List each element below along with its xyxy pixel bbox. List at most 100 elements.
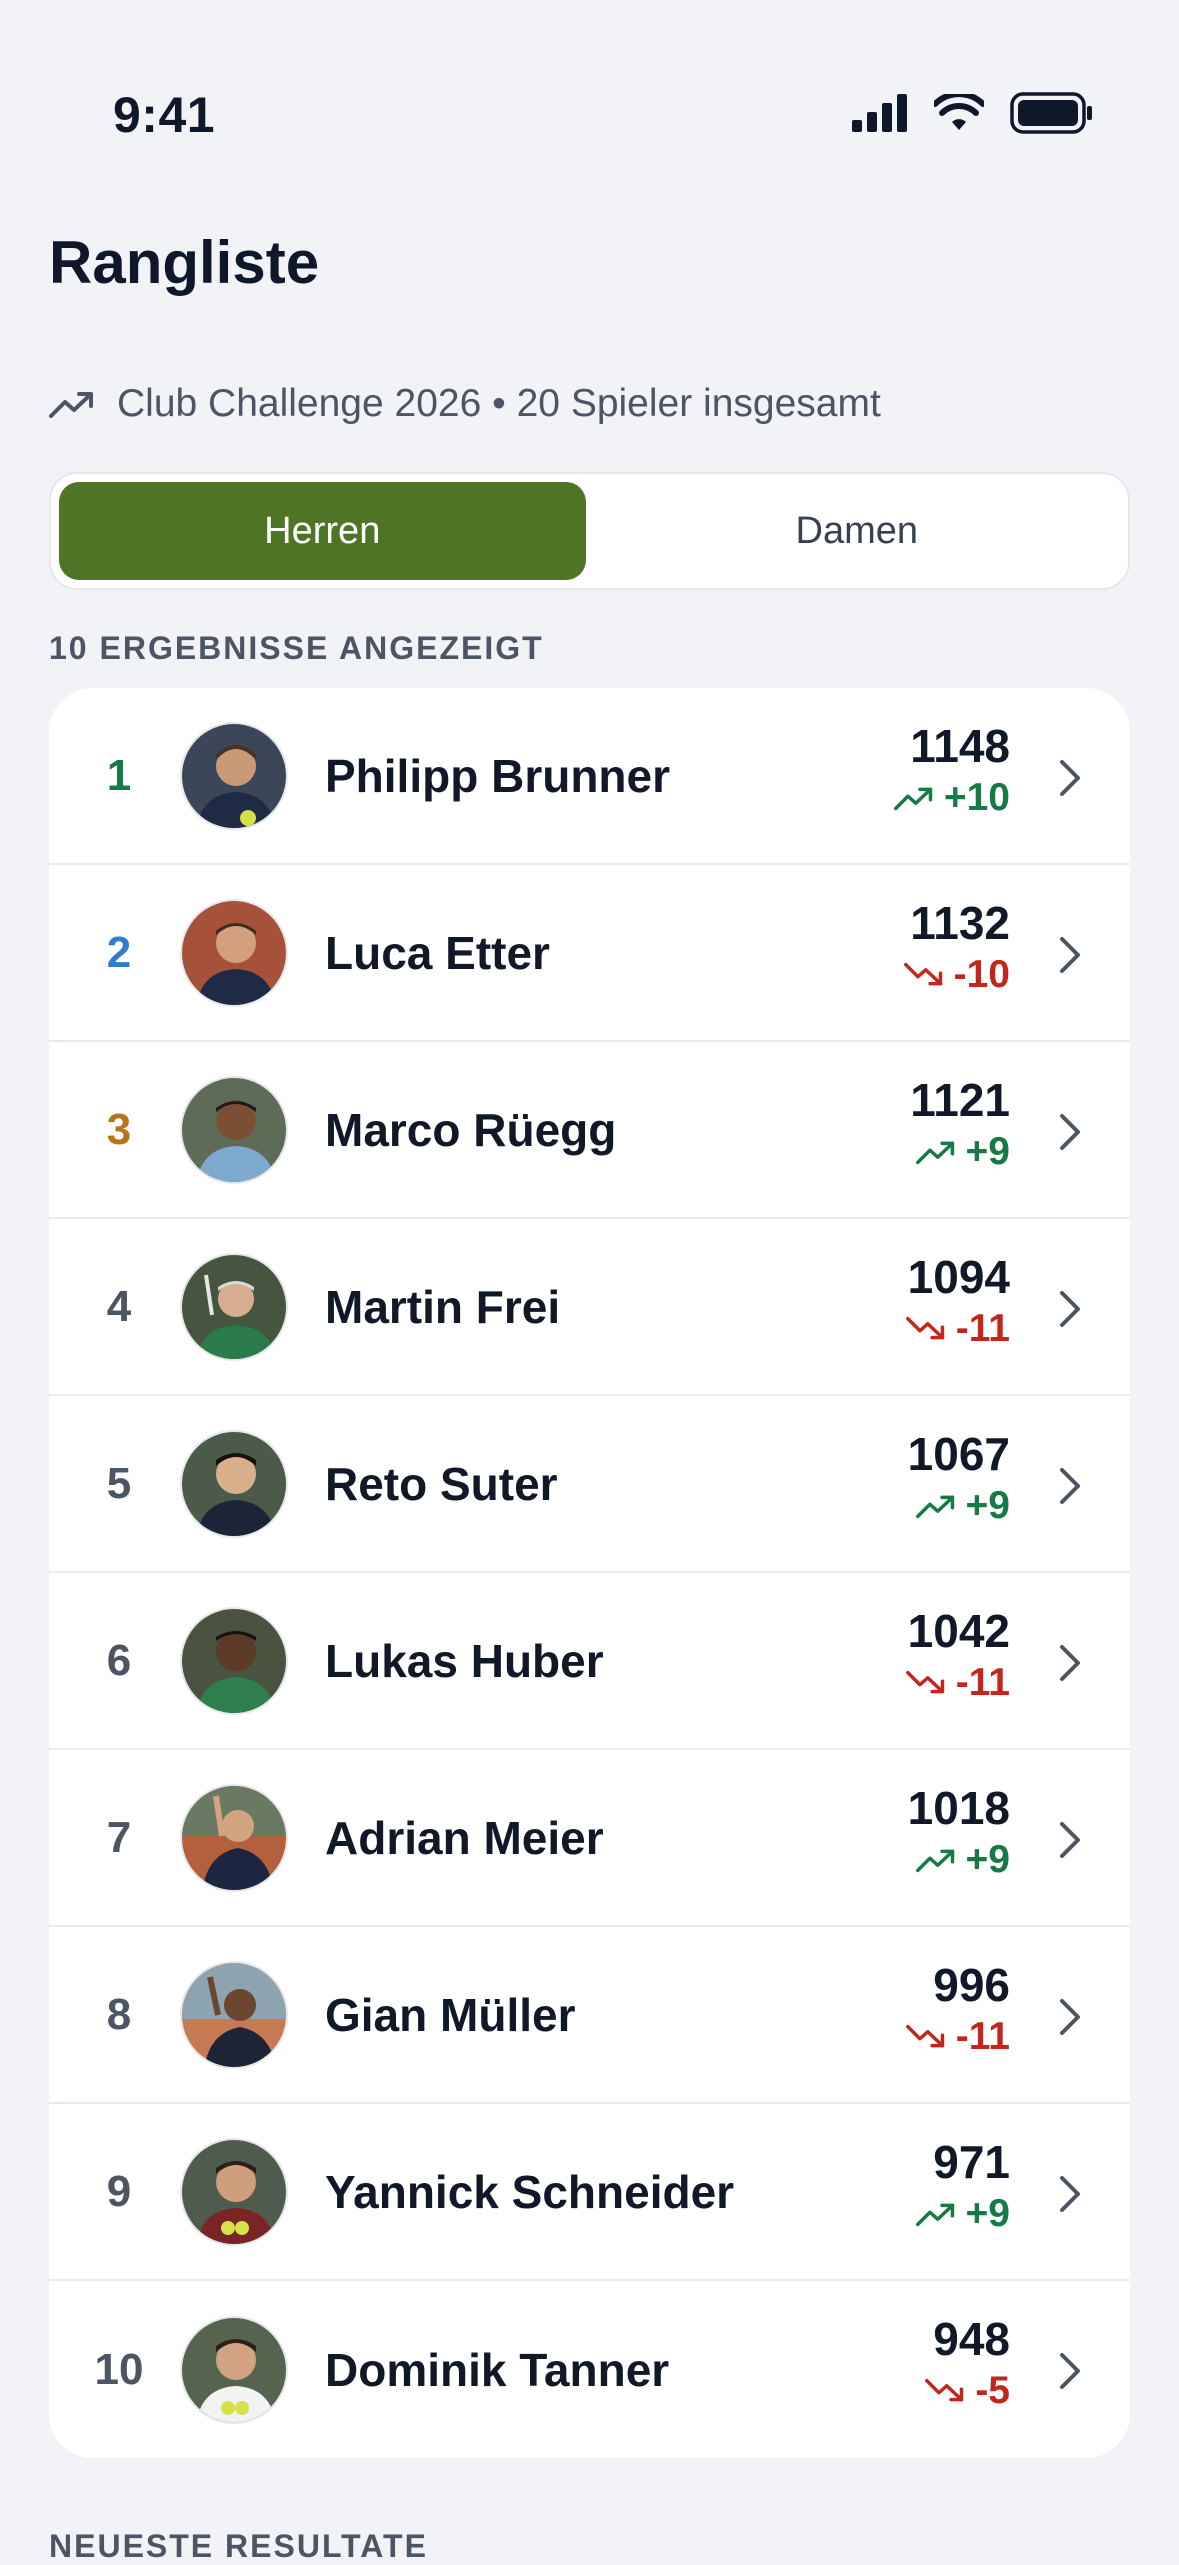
- tab-damen[interactable]: Damen: [594, 482, 1121, 580]
- ranking-row[interactable]: 5 Reto Suter 1067 +9: [49, 1396, 1130, 1573]
- subtitle: Club Challenge 2026 • 20 Spieler insgesa…: [49, 382, 881, 426]
- chevron-right-icon: [1060, 2176, 1080, 2212]
- trending-down-icon: [925, 2378, 964, 2402]
- player-points: 1132: [910, 897, 1010, 949]
- chevron-right-icon: [1060, 937, 1080, 973]
- trending-up-icon: [915, 1495, 954, 1519]
- score-block: 1132 -10: [903, 895, 1010, 999]
- player-points: 1148: [910, 720, 1010, 772]
- rank-number: 6: [106, 1635, 132, 1685]
- points-delta: -5: [925, 2367, 1010, 2415]
- player-name: Lukas Huber: [325, 1634, 604, 1687]
- rank-number: 2: [106, 927, 132, 977]
- score-block: 1067 +9: [908, 1426, 1010, 1530]
- tab-herren[interactable]: Herren: [59, 482, 586, 580]
- rank-number: 9: [106, 2166, 132, 2216]
- avatar: [180, 1252, 288, 1361]
- points-delta: -10: [903, 951, 1010, 999]
- player-points: 1067: [907, 1428, 1010, 1480]
- trending-up-icon: [915, 2203, 954, 2227]
- player-points: 1094: [907, 1251, 1010, 1303]
- player-points: 996: [933, 1959, 1010, 2011]
- trending-down-icon: [905, 2024, 944, 2048]
- delta-value: -11: [955, 1307, 1010, 1350]
- trending-down-icon: [905, 1670, 944, 1694]
- score-block: 948 -5: [925, 2311, 1010, 2415]
- chevron-right-icon: [1060, 760, 1080, 796]
- delta-value: +10: [943, 776, 1010, 819]
- ranking-row[interactable]: 4 Martin Frei 1094 -11: [49, 1219, 1130, 1396]
- player-name: Reto Suter: [325, 1457, 558, 1510]
- section-label-latest-results: NEUESTE RESULTATE: [49, 2528, 428, 2564]
- player-points: 1042: [907, 1605, 1010, 1657]
- avatar: [180, 1075, 288, 1184]
- status-bar: 9:41: [0, 0, 1179, 200]
- points-delta: +9: [910, 1128, 1010, 1176]
- chevron-right-icon: [1060, 1291, 1080, 1327]
- player-name: Gian Müller: [325, 1988, 576, 2041]
- ranking-row[interactable]: 10 Dominik Tanner 948 -5: [49, 2281, 1130, 2458]
- score-block: 1121 +9: [910, 1072, 1010, 1176]
- delta-value: -11: [955, 1661, 1010, 1704]
- subtitle-text: Club Challenge 2026 • 20 Spieler insgesa…: [117, 382, 881, 425]
- delta-value: -5: [975, 2369, 1010, 2412]
- player-points: 948: [933, 2313, 1010, 2365]
- player-points: 1018: [907, 1782, 1010, 1834]
- trending-up-icon: [49, 392, 93, 418]
- points-delta: -11: [905, 1305, 1010, 1353]
- player-name: Martin Frei: [325, 1280, 561, 1333]
- ranking-row[interactable]: 3 Marco Rüegg 1121 +9: [49, 1042, 1130, 1219]
- avatar: [180, 721, 288, 830]
- player-name: Philipp Brunner: [325, 749, 670, 802]
- rank-number: 5: [106, 1458, 132, 1508]
- rank-number: 1: [106, 750, 132, 800]
- ranking-row[interactable]: 1 Philipp Brunner 1148 +10: [49, 688, 1130, 865]
- ranking-row[interactable]: 9 Yannick Schneider 971 +9: [49, 2104, 1130, 2281]
- chevron-right-icon: [1060, 1645, 1080, 1681]
- results-count-label: 10 ERGEBNISSE ANGEZEIGT: [49, 630, 544, 666]
- ranking-row[interactable]: 2 Luca Etter 1132 -10: [49, 865, 1130, 1042]
- ranking-row[interactable]: 6 Lukas Huber 1042 -11: [49, 1573, 1130, 1750]
- player-points: 971: [933, 2136, 1010, 2188]
- points-delta: +9: [908, 1482, 1010, 1530]
- ranking-row[interactable]: 7 Adrian Meier 1018 +9: [49, 1750, 1130, 1927]
- trending-up-icon: [893, 787, 933, 811]
- avatar: [180, 1960, 288, 2069]
- points-delta: +9: [908, 1836, 1010, 1884]
- delta-value: +9: [965, 1484, 1010, 1527]
- points-delta: +9: [915, 2190, 1010, 2238]
- page-title: Rangliste: [49, 229, 320, 296]
- delta-value: +9: [965, 2192, 1010, 2235]
- ranking-list: 1 Philipp Brunner 1148 +10 2 Luca Etter …: [49, 688, 1130, 2458]
- cellular-signal-icon: [852, 94, 907, 132]
- trending-down-icon: [905, 1316, 944, 1340]
- points-delta: -11: [905, 1659, 1010, 1707]
- chevron-right-icon: [1060, 1468, 1080, 1504]
- rank-number: 10: [94, 2344, 144, 2394]
- delta-value: +9: [965, 1130, 1010, 1173]
- chevron-right-icon: [1060, 2353, 1080, 2389]
- gender-segmented-control: Herren Damen: [49, 472, 1130, 590]
- score-block: 1042 -11: [905, 1603, 1010, 1707]
- points-delta: +10: [893, 774, 1010, 822]
- chevron-right-icon: [1060, 1999, 1080, 2035]
- score-block: 1018 +9: [908, 1780, 1010, 1884]
- player-name: Adrian Meier: [325, 1811, 604, 1864]
- player-name: Yannick Schneider: [325, 2165, 735, 2218]
- rank-number: 8: [106, 1989, 132, 2039]
- delta-value: +9: [965, 1838, 1010, 1881]
- player-name: Marco Rüegg: [325, 1103, 617, 1156]
- score-block: 996 -11: [905, 1957, 1010, 2061]
- points-delta: -11: [905, 2013, 1010, 2061]
- status-icons: [852, 92, 1094, 134]
- battery-icon: [1010, 92, 1092, 134]
- player-points: 1121: [910, 1074, 1010, 1126]
- trending-up-icon: [915, 1849, 954, 1873]
- trending-up-icon: [915, 1141, 954, 1165]
- avatar: [180, 898, 288, 1007]
- ranking-row[interactable]: 8 Gian Müller 996 -11: [49, 1927, 1130, 2104]
- status-time: 9:41: [113, 87, 216, 143]
- delta-value: -11: [955, 2015, 1010, 2058]
- score-block: 1094 -11: [905, 1249, 1010, 1353]
- avatar: [180, 2315, 288, 2424]
